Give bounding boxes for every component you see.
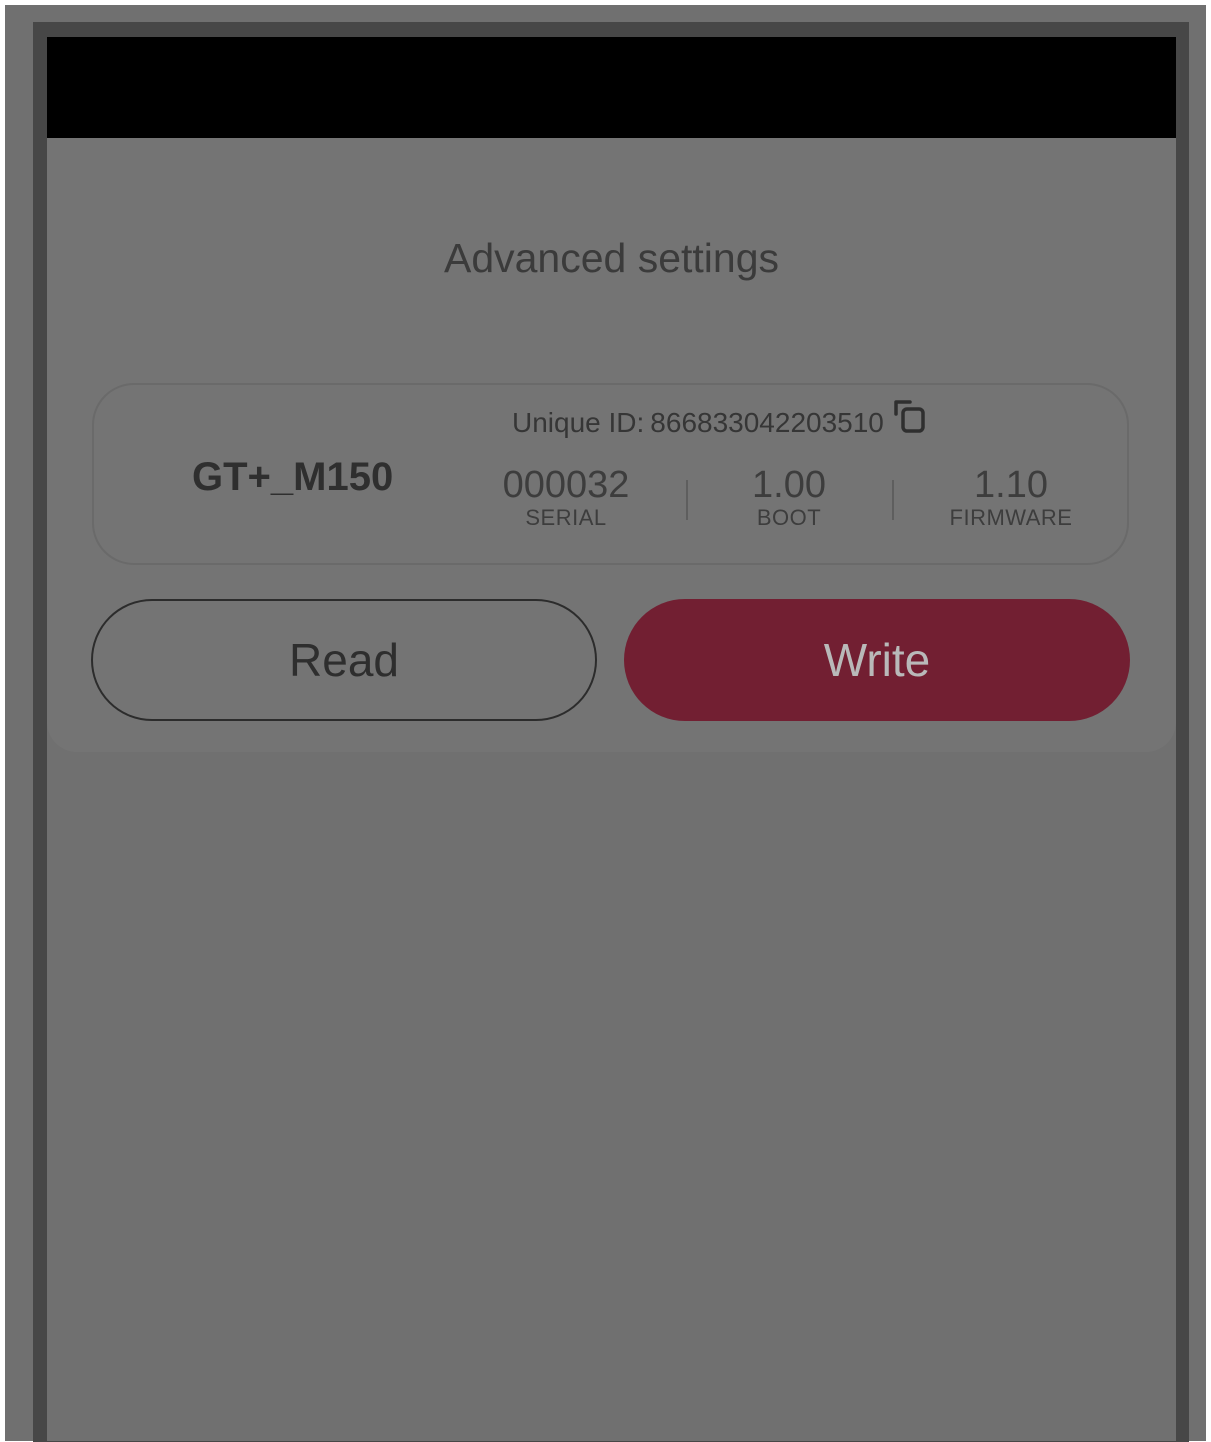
copy-icon[interactable] [892, 398, 928, 436]
boot-value: 1.00 [752, 464, 826, 506]
unique-id-value: 866833042203510 [650, 407, 884, 438]
status-bar [47, 37, 1176, 138]
stat-divider [892, 480, 894, 520]
page-title: Advanced settings [443, 235, 780, 281]
firmware-stat: 1.10 FIRMWARE [921, 465, 1101, 531]
firmware-label: FIRMWARE [949, 505, 1073, 530]
read-button[interactable]: Read [91, 599, 597, 721]
unique-id-label: Unique ID: [512, 407, 645, 438]
serial-label: SERIAL [525, 505, 607, 530]
firmware-value: 1.10 [974, 464, 1048, 506]
boot-label: BOOT [756, 505, 822, 530]
write-button[interactable]: Write [624, 599, 1130, 721]
device-info-card: GT+_M150 Unique ID: 866833042203510 0000… [92, 383, 1129, 565]
serial-stat: 000032 SERIAL [476, 465, 656, 531]
advanced-settings-sheet: Advanced settings GT+_M150 Unique ID: 86… [47, 138, 1176, 752]
unique-id-row: Unique ID: 866833042203510 [512, 400, 928, 443]
app-screen: Advanced settings GT+_M150 Unique ID: 86… [47, 37, 1176, 1441]
stat-divider [686, 480, 688, 520]
device-name: GT+_M150 [192, 455, 394, 499]
boot-stat: 1.00 BOOT [699, 465, 879, 531]
serial-value: 000032 [502, 464, 630, 506]
